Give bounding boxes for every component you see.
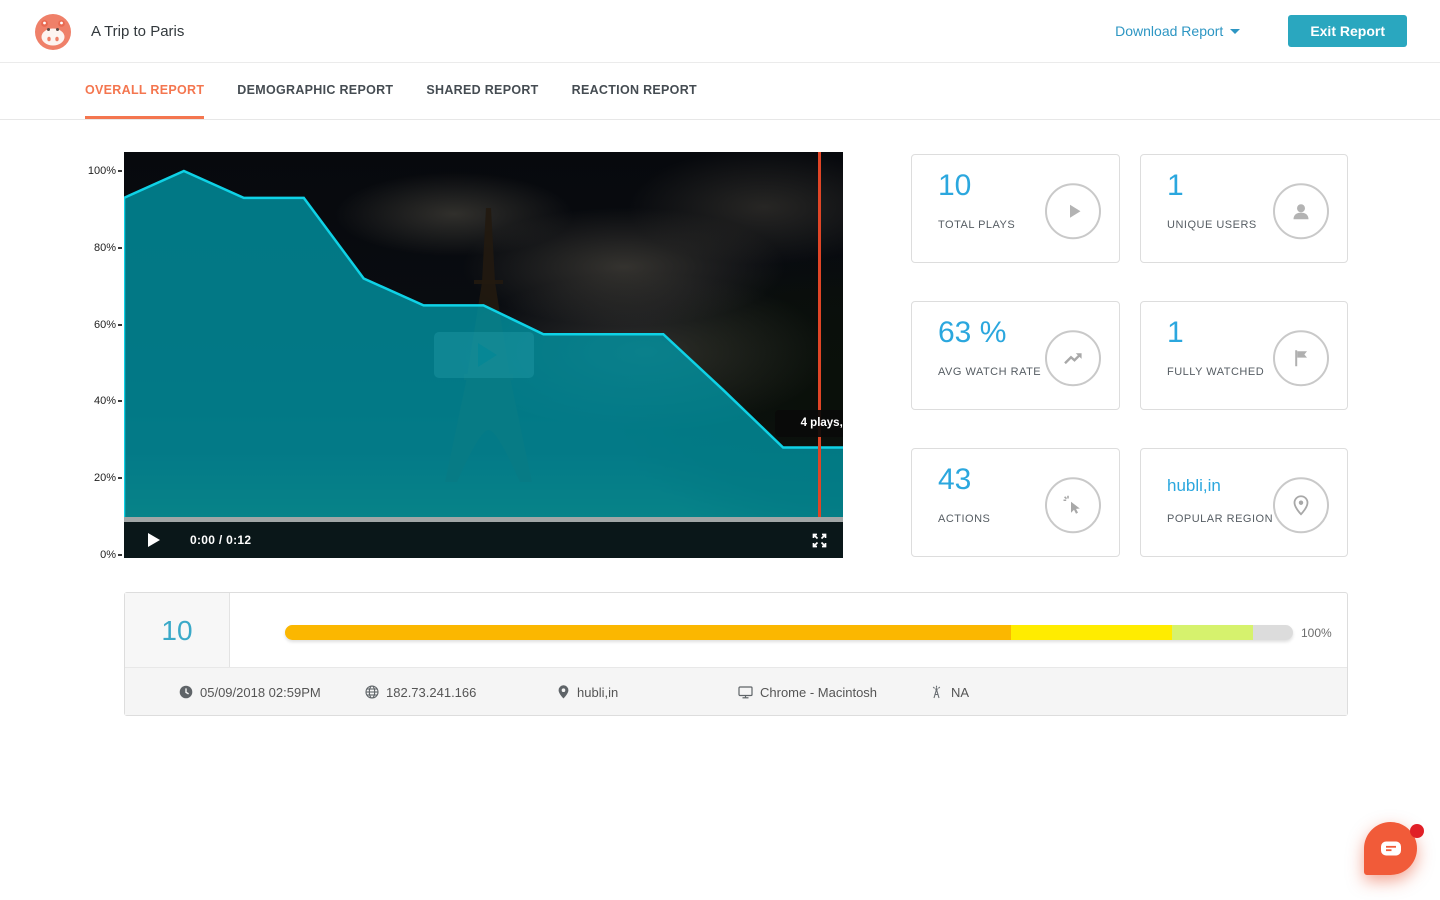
progress-segment xyxy=(1172,625,1253,640)
app-header: A Trip to Paris Download Report Exit Rep… xyxy=(0,0,1440,63)
location-icon xyxy=(557,685,570,699)
big-play-button[interactable] xyxy=(434,332,534,378)
chart-playhead xyxy=(818,152,821,527)
notification-badge xyxy=(1410,824,1424,838)
video-player[interactable]: 4 plays,00: 0:00 / 0:12 xyxy=(124,152,843,558)
flag-icon xyxy=(1273,330,1329,386)
watch-percent-label: 100% xyxy=(1301,626,1332,640)
y-axis-label: 0% xyxy=(100,549,122,561)
ip-address-item: 182.73.241.166 xyxy=(365,668,476,716)
tab-shared-report[interactable]: SHARED REPORT xyxy=(426,63,538,119)
stat-card-fully-watched: 1 FULLY WATCHED xyxy=(1140,301,1348,410)
fullscreen-button[interactable] xyxy=(810,531,829,550)
clock-icon xyxy=(179,685,193,699)
viewer-plays-cell: 10 xyxy=(125,593,230,668)
map-pin-icon xyxy=(1273,477,1329,533)
viewer-plays-count: 10 xyxy=(161,615,192,647)
play-icon xyxy=(478,343,497,367)
chart-tooltip: 4 plays,00: xyxy=(775,410,843,437)
y-axis-label: 40% xyxy=(94,395,122,407)
chart-y-axis: 100% 80% 60% 40% 20% 0% xyxy=(60,152,122,558)
y-axis-label: 60% xyxy=(94,319,122,331)
play-button[interactable] xyxy=(148,533,160,547)
monitor-icon xyxy=(738,685,753,699)
report-tabbar: OVERALL REPORT DEMOGRAPHIC REPORT SHARED… xyxy=(0,63,1440,120)
network-item: NA xyxy=(929,668,969,716)
y-axis-label: 80% xyxy=(94,242,122,254)
hippo-logo[interactable] xyxy=(35,14,71,50)
video-controls: 0:00 / 0:12 xyxy=(124,522,843,558)
browser-os-item: Chrome - Macintosh xyxy=(738,668,877,716)
page-title: A Trip to Paris xyxy=(91,23,184,40)
viewer-row[interactable]: 10 100% 05/09/2018 02:59PM 182.73.241.16… xyxy=(124,592,1348,716)
location-item: hubli,in xyxy=(557,668,618,716)
stat-card-total-plays: 10 TOTAL PLAYS xyxy=(911,154,1120,263)
signal-tower-icon xyxy=(929,685,944,699)
stat-card-popular-region: hubli,in POPULAR REGION xyxy=(1140,448,1348,557)
y-axis-label: 20% xyxy=(94,472,122,484)
progress-segment xyxy=(285,625,1011,640)
stat-card-unique-users: 1 UNIQUE USERS xyxy=(1140,154,1348,263)
chat-bubble-icon xyxy=(1378,838,1404,860)
tab-reaction-report[interactable]: REACTION REPORT xyxy=(572,63,697,119)
viewer-detail-strip: 05/09/2018 02:59PM 182.73.241.166 hubli,… xyxy=(125,667,1347,715)
viewed-at-item: 05/09/2018 02:59PM xyxy=(179,668,321,716)
progress-segment xyxy=(1011,625,1172,640)
stat-card-avg-watch-rate: 63 % AVG WATCH RATE xyxy=(911,301,1120,410)
trend-up-icon xyxy=(1045,330,1101,386)
user-icon xyxy=(1273,183,1329,239)
stats-grid: 10 TOTAL PLAYS 1 UNIQUE USERS 63 % AVG W… xyxy=(911,154,1348,557)
tab-overall-report[interactable]: OVERALL REPORT xyxy=(85,63,204,119)
time-display: 0:00 / 0:12 xyxy=(190,533,251,547)
tab-demographic-report[interactable]: DEMOGRAPHIC REPORT xyxy=(237,63,393,119)
exit-report-button[interactable]: Exit Report xyxy=(1288,15,1407,47)
globe-icon xyxy=(365,685,379,699)
y-axis-label: 100% xyxy=(88,165,122,177)
watch-progress-bar xyxy=(285,625,1293,640)
cursor-click-icon xyxy=(1045,477,1101,533)
chevron-down-icon xyxy=(1230,29,1240,34)
download-report-link[interactable]: Download Report xyxy=(1115,23,1240,39)
play-icon xyxy=(1045,183,1101,239)
stat-card-actions: 43 ACTIONS xyxy=(911,448,1120,557)
overall-report-page: A Trip to Paris Download Report Exit Rep… xyxy=(0,0,1440,900)
